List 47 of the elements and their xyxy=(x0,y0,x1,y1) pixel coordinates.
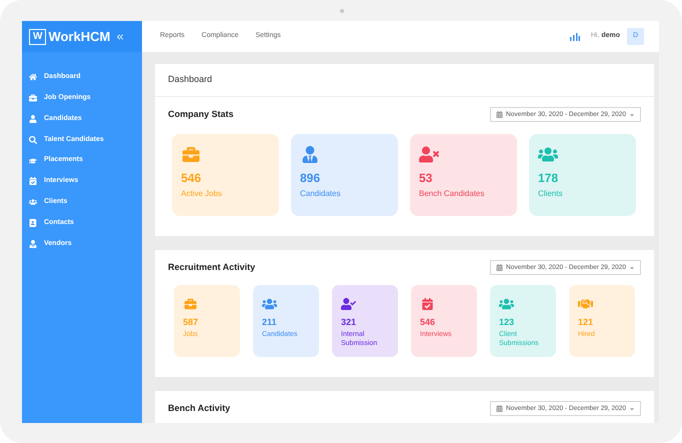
briefcase-icon xyxy=(183,298,198,310)
users-icon xyxy=(262,298,277,310)
stat-value: 123 xyxy=(499,318,516,327)
graduation-cap-icon xyxy=(29,156,37,165)
calendar-icon xyxy=(496,405,504,412)
caret-icon xyxy=(629,406,635,412)
calendar-icon xyxy=(496,264,504,271)
logo-text: WorkHCM xyxy=(48,28,110,46)
stat-value: 896 xyxy=(300,172,322,184)
user-tie-icon xyxy=(300,146,320,163)
calendar-check-icon xyxy=(29,177,37,186)
briefcase-icon xyxy=(29,94,37,102)
calendar-check-icon xyxy=(420,298,435,310)
users-icon xyxy=(499,298,514,310)
calendar-icon xyxy=(496,111,504,118)
user-tie-icon xyxy=(29,240,37,248)
stat-label: Clients xyxy=(538,188,564,200)
bar-chart-icon[interactable] xyxy=(570,32,580,40)
section-title: Bench Activity xyxy=(168,402,230,415)
home-icon xyxy=(29,73,37,82)
caret-icon xyxy=(629,264,635,270)
users-icon xyxy=(538,146,558,163)
stat-label: Candidates xyxy=(300,188,342,200)
users-icon xyxy=(29,198,37,206)
search-icon xyxy=(29,136,37,144)
logo-mark: W xyxy=(29,28,46,44)
caret-icon xyxy=(629,112,635,118)
stat-value: 321 xyxy=(341,318,358,327)
user-icon xyxy=(29,114,37,123)
stat-label: Active Jobs xyxy=(181,188,223,200)
stat-value: 587 xyxy=(183,318,200,327)
stat-value: 211 xyxy=(262,318,278,327)
handshake-icon xyxy=(578,298,593,310)
stat-value: 53 xyxy=(419,172,434,184)
page-title: Dashboard xyxy=(168,73,212,86)
stat-label: Bench Candidates xyxy=(419,188,486,200)
section-title: Company Stats xyxy=(168,108,234,121)
briefcase-icon xyxy=(181,146,201,163)
section-title: Recruitment Activity xyxy=(168,260,256,274)
user-check-icon xyxy=(341,298,356,310)
stat-value: 546 xyxy=(420,318,436,327)
stat-value: 178 xyxy=(538,172,560,184)
user-remove-icon xyxy=(419,146,439,163)
stat-value: 546 xyxy=(181,172,202,184)
stat-value: 121 xyxy=(578,318,594,327)
collapse-icon[interactable] xyxy=(115,32,125,42)
address-book-icon xyxy=(29,218,37,227)
